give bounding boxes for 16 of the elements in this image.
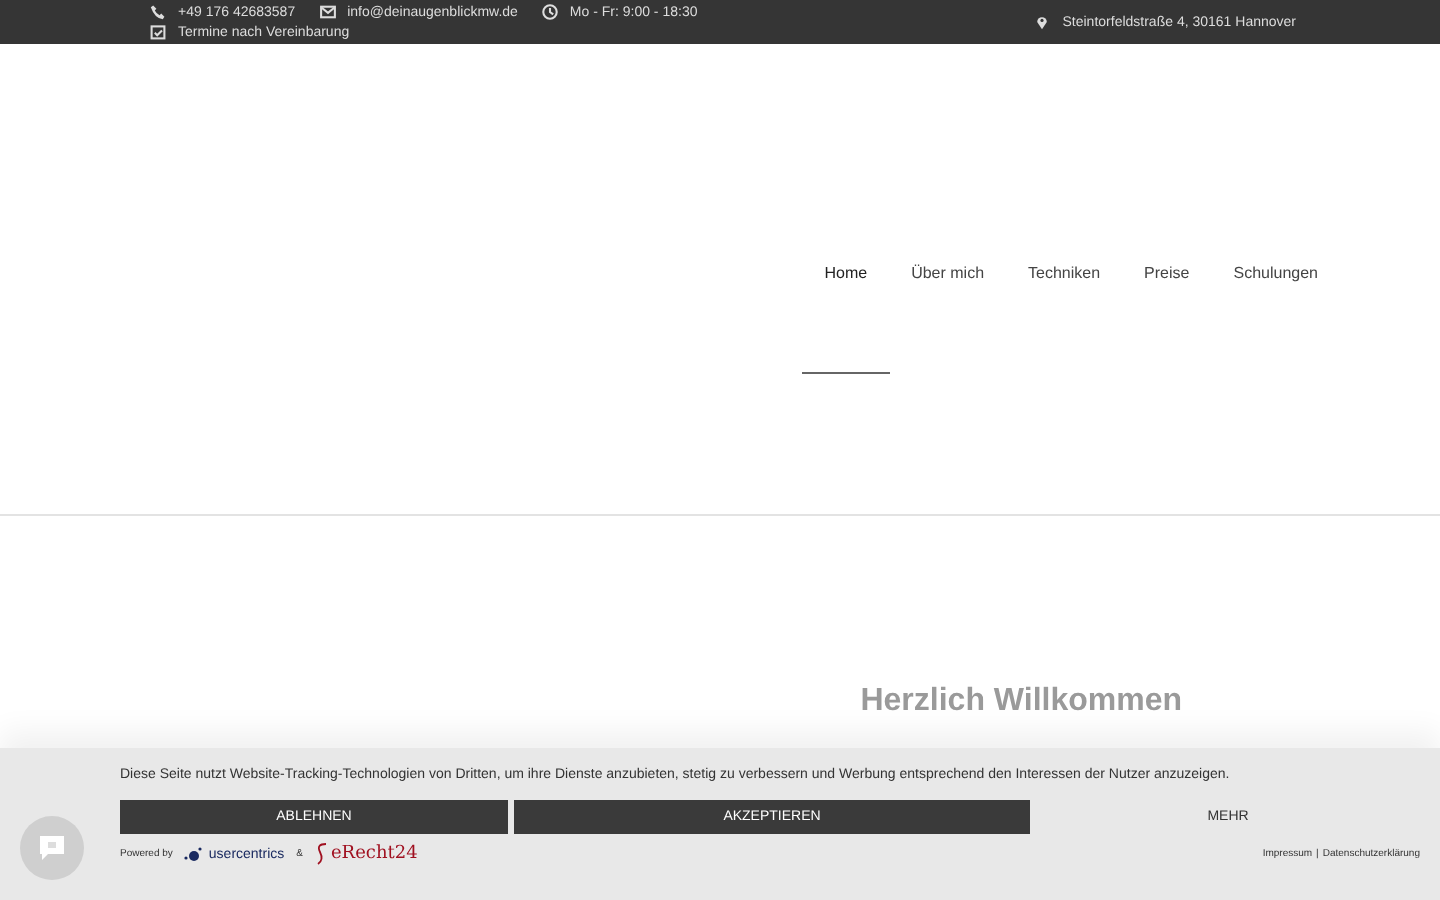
clock-icon (541, 4, 558, 20)
nav-link[interactable]: Home (802, 264, 890, 344)
erecht24-logo: eRecht24 (330, 844, 418, 864)
location-pin-icon (1034, 14, 1051, 30)
welcome-heading: Herzlich Willkommen (860, 684, 1182, 720)
active-underline (802, 372, 890, 374)
calendar-check-icon (150, 24, 166, 40)
nav-link[interactable]: Preise (1122, 264, 1212, 344)
mail-icon (319, 4, 336, 20)
phone-icon (150, 4, 166, 20)
nav-link[interactable]: Techniken (1006, 264, 1123, 344)
nav-link[interactable]: Schulungen (1211, 264, 1340, 344)
nav-link[interactable]: Über mich (889, 264, 1007, 344)
dots-logo-icon (184, 846, 205, 862)
section-sign-icon (314, 842, 331, 866)
chat-bubble-icon (38, 834, 66, 862)
